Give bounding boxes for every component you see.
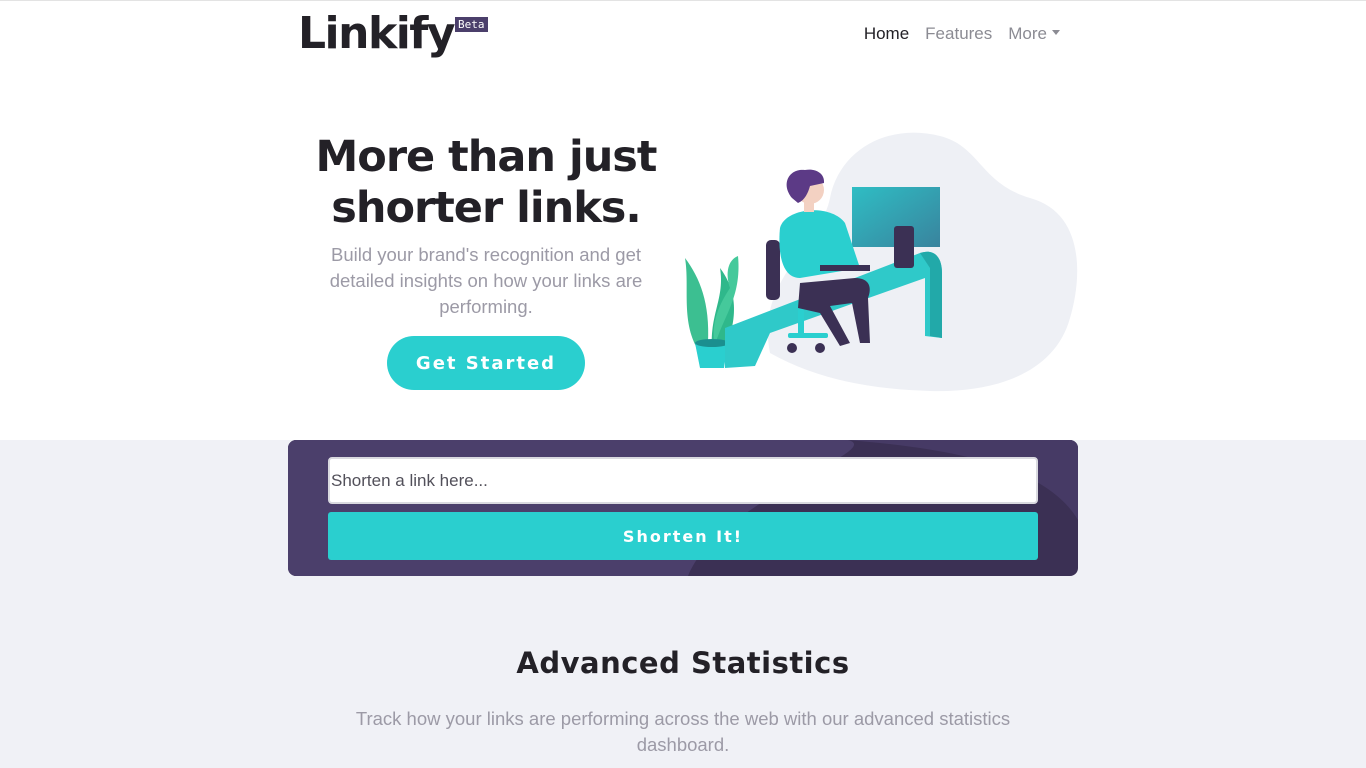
chair-back [766, 240, 780, 300]
nav-more-label: More [1008, 24, 1047, 43]
brand-logo[interactable]: Linkify [298, 8, 456, 59]
beta-badge: Beta [455, 17, 488, 32]
main-nav: Home Features More [864, 24, 1060, 44]
plant-leaf [685, 258, 709, 353]
section-title: Advanced Statistics [516, 646, 850, 680]
hero-subtitle: Build your brand's recognition and get d… [329, 244, 643, 317]
section-subtitle: Track how your links are performing acro… [355, 708, 1011, 755]
shorten-url-input[interactable] [328, 457, 1038, 504]
nav-features-link[interactable]: Features [925, 24, 992, 44]
shorten-panel: Shorten It! [288, 440, 1078, 576]
nav-home-link[interactable]: Home [864, 24, 909, 44]
nav-more-dropdown[interactable]: More [1008, 24, 1060, 44]
caret-down-icon [1052, 30, 1060, 36]
shorten-it-button[interactable]: Shorten It! [328, 512, 1038, 560]
person-working-illustration [685, 132, 1078, 392]
get-started-button[interactable]: Get Started [387, 336, 585, 390]
hero-title: More than just shorter links. [315, 132, 658, 233]
